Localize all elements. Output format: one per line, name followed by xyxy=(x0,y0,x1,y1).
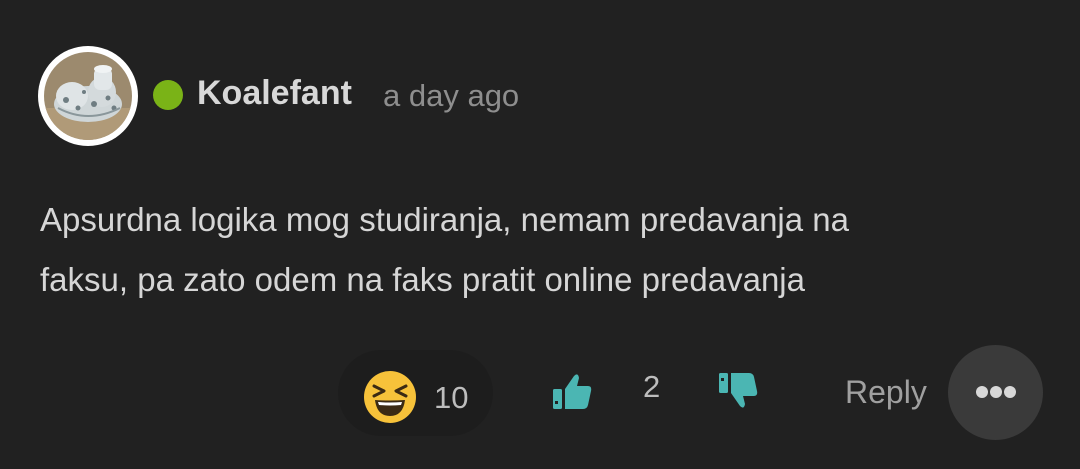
more-options-icon xyxy=(1004,386,1016,398)
comment-timestamp[interactable]: a day ago xyxy=(383,74,519,118)
like-count: 2 xyxy=(643,369,661,404)
comment-body: Apsurdna logika mog studiranja, nemam pr… xyxy=(40,190,1040,310)
reaction-button[interactable]: 10 xyxy=(338,350,493,436)
avatar[interactable] xyxy=(38,46,138,146)
more-options-icon xyxy=(990,386,1002,398)
comment-body-line-2: faksu, pa zato odem na faks pratit onlin… xyxy=(40,261,805,298)
reply-button[interactable]: Reply xyxy=(845,372,927,412)
comment-card: Koalefant a day ago Apsurdna logika mog … xyxy=(0,0,1080,469)
comment-body-line-1: Apsurdna logika mog studiranja, nemam pr… xyxy=(40,201,849,238)
reaction-count: 10 xyxy=(434,380,469,415)
online-status-indicator xyxy=(153,80,183,110)
avatar-image xyxy=(44,52,132,140)
more-options-icon xyxy=(976,386,988,398)
comment-author[interactable]: Koalefant xyxy=(197,71,352,115)
thumbs-up-icon[interactable] xyxy=(548,367,596,415)
comment-actions: 10 2 Reply xyxy=(0,345,1080,440)
thumbs-down-icon[interactable] xyxy=(714,367,762,415)
laughing-emoji-icon xyxy=(364,371,416,423)
more-options-button[interactable] xyxy=(948,345,1043,440)
